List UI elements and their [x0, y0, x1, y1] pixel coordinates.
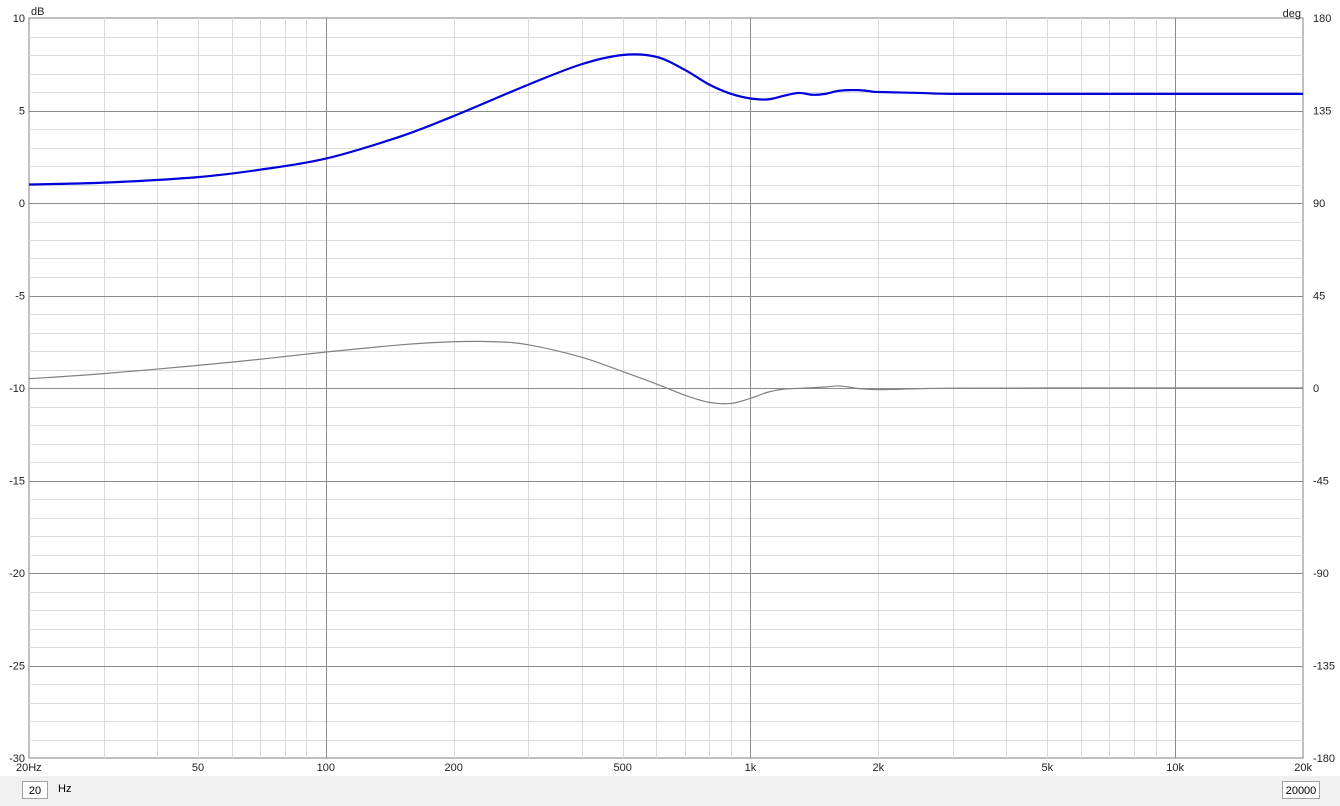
left-tick-label: -5 — [15, 291, 25, 303]
right-tick-label: -135 — [1313, 661, 1335, 673]
x-tick-label: 20Hz — [16, 762, 42, 774]
right-tick-label: 135 — [1313, 106, 1331, 118]
range-toolbar — [0, 776, 1340, 806]
left-tick-label: -25 — [9, 661, 25, 673]
left-axis-ticks: 1050-5-10-15-20-25-30 — [9, 13, 25, 765]
frequency-response-chart: 1050-5-10-15-20-25-30 18013590450-45-90-… — [9, 6, 1335, 774]
x-tick-label: 50 — [192, 762, 204, 774]
x-tick-label: 5k — [1042, 762, 1054, 774]
left-axis-unit: dB — [31, 6, 44, 18]
x-tick-label: 200 — [444, 762, 462, 774]
x-tick-label: 1k — [745, 762, 757, 774]
right-axis-ticks: 180 135 90 45 0 -45 -90 -135 -180 — [1313, 13, 1335, 765]
x-tick-label: 500 — [613, 762, 631, 774]
left-tick-label: -20 — [9, 568, 25, 580]
left-tick-label: 0 — [19, 198, 25, 210]
right-tick-label: -90 — [1313, 568, 1329, 580]
right-tick-label: 45 — [1313, 291, 1325, 303]
x-axis-ticks: 20Hz 50 100 200 500 1k 2k 5k 10k 20k — [16, 762, 1312, 774]
left-tick-label: 10 — [13, 13, 25, 25]
frequency-unit-label: Hz — [58, 783, 72, 795]
right-tick-label: -45 — [1313, 476, 1329, 488]
start-frequency-input[interactable]: 20 — [22, 781, 48, 799]
right-tick-label: -180 — [1313, 753, 1335, 765]
x-tick-label: 20k — [1294, 762, 1312, 774]
right-axis-unit: deg — [1283, 8, 1301, 20]
right-tick-label: 0 — [1313, 383, 1319, 395]
right-tick-label: 180 — [1313, 13, 1331, 25]
left-tick-label: -15 — [9, 476, 25, 488]
x-tick-label: 10k — [1166, 762, 1184, 774]
left-tick-label: 5 — [19, 106, 25, 118]
right-tick-label: 90 — [1313, 198, 1325, 210]
left-tick-label: -10 — [9, 383, 25, 395]
end-frequency-input[interactable]: 20000 — [1282, 781, 1320, 799]
x-tick-label: 2k — [873, 762, 885, 774]
x-tick-label: 100 — [317, 762, 335, 774]
